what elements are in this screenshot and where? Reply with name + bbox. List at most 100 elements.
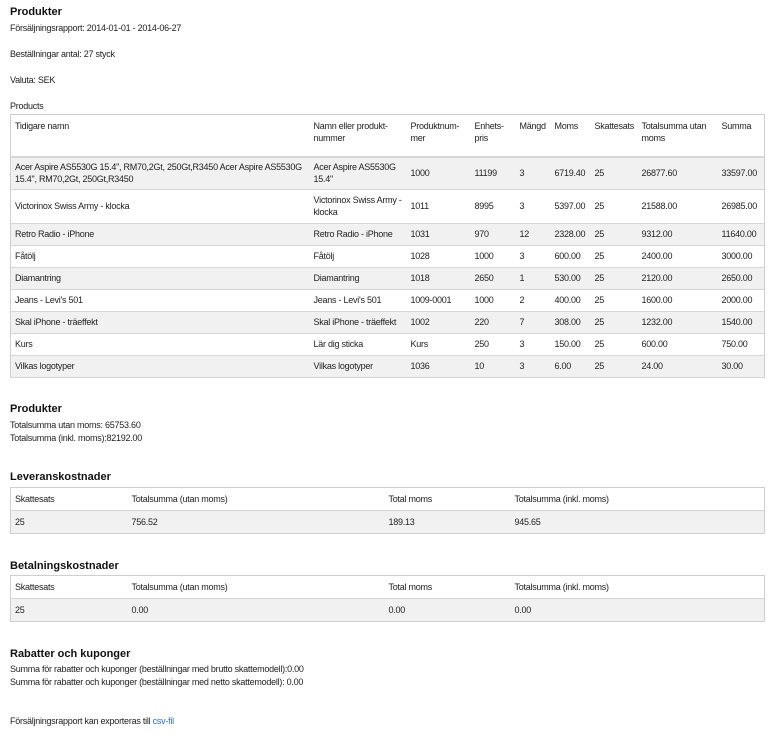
- table-row: Victorinox Swiss Army - klocka Victorinox…: [10, 189, 765, 223]
- cell-quantity: 2: [519, 295, 525, 305]
- col-name-or-number: Namn eller produkt-nummer: [309, 114, 407, 158]
- cell-previous-name: Victorinox Swiss Army - klocka: [15, 201, 130, 211]
- products-label: Products: [10, 101, 44, 111]
- cell-unit-price: 10: [474, 361, 485, 371]
- payment-col-total-incl: Totalsumma (inkl. moms): [510, 575, 765, 599]
- cell-product-number: 1018: [410, 273, 430, 283]
- cell-product-number: 1011: [410, 201, 430, 211]
- cell-quantity: 12: [519, 229, 530, 239]
- delivery-total-incl: 945.65: [510, 510, 765, 534]
- cell-previous-name: Vilkas logotyper: [15, 361, 75, 371]
- export-note: Försäljningsrapport kan exporteras till …: [10, 716, 174, 726]
- cell-previous-name: Kurs: [15, 339, 33, 349]
- cell-unit-price: 2650: [474, 273, 494, 283]
- cell-vat: 600.00: [554, 251, 581, 261]
- cell-vat: 308.00: [554, 317, 581, 327]
- cell-vat: 5397.00: [554, 201, 586, 211]
- payment-total-incl: 0.00: [510, 598, 765, 622]
- cell-vat: 400.00: [554, 295, 581, 305]
- table-row: Diamantring Diamantring 1018 2650 1 530.00 25 2…: [10, 267, 765, 289]
- cell-name-or-number: Victorinox Swiss Army - klocka: [313, 195, 402, 217]
- col-product-number: Produktnum-mer: [406, 114, 471, 158]
- cell-tax-rate: 25: [594, 361, 605, 371]
- discounts-title: Rabatter och kuponger: [10, 648, 131, 660]
- cell-product-number: Kurs: [410, 339, 429, 349]
- col-previous-name: Tidigare namn: [10, 114, 310, 158]
- table-row: Skal iPhone - träeffekt Skal iPhone - trä…: [10, 311, 765, 333]
- cell-sum: 11640.00: [721, 229, 757, 239]
- cell-previous-name: Diamantring: [15, 273, 61, 283]
- payment-col-total-excl: Totalsumma (utan moms): [127, 575, 385, 599]
- delivery-costs-table: Skattesats Totalsumma (utan moms) Total …: [10, 487, 765, 534]
- cell-quantity: 1: [519, 273, 525, 283]
- cell-unit-price: 250: [474, 339, 490, 349]
- page-title: Produkter: [10, 6, 62, 18]
- cell-previous-name: Acer Aspire AS5530G 15.4", RM70,2Gt, 250…: [15, 162, 302, 185]
- cell-tax-rate: 25: [594, 168, 605, 179]
- cell-product-number: 1036: [410, 361, 430, 371]
- cell-total-excl-vat: 1232.00: [641, 317, 673, 327]
- products-total-incl-vat: Totalsumma (inkl. moms):82192.00: [10, 433, 143, 443]
- delivery-col-total-vat: Total moms: [384, 487, 511, 511]
- cell-previous-name: Jeans - Levi's 501: [15, 295, 83, 305]
- cell-total-excl-vat: 24.00: [641, 361, 664, 371]
- cell-unit-price: 970: [474, 229, 490, 239]
- delivery-total-excl: 756.52: [127, 510, 385, 534]
- payment-table-header: Skattesats Totalsumma (utan moms) Total …: [10, 575, 765, 599]
- products-table-header: Tidigare namn Namn eller produkt-nummer …: [10, 114, 765, 158]
- col-sum: Summa: [717, 114, 765, 158]
- cell-tax-rate: 25: [594, 317, 605, 327]
- cell-unit-price: 220: [474, 317, 490, 327]
- cell-name-or-number: Lär dig sticka: [313, 339, 364, 349]
- cell-sum: 2000.00: [721, 295, 753, 305]
- products-total-excl-vat: Totalsumma utan moms: 65753.60: [10, 420, 141, 430]
- table-row: Fåtölj Fåtölj 1028 1000 3 600.00 25 2400.00 3000…: [10, 245, 765, 267]
- payment-col-total-vat: Total moms: [384, 575, 511, 599]
- table-row: 25 756.52 189.13 945.65: [10, 510, 765, 534]
- cell-product-number: 1000: [410, 168, 430, 179]
- cell-quantity: 3: [519, 251, 525, 261]
- cell-name-or-number: Retro Radio - iPhone: [313, 229, 393, 239]
- cell-sum: 2650.00: [721, 273, 753, 283]
- cell-sum: 3000.00: [721, 251, 753, 261]
- cell-name-or-number: Acer Aspire AS5530G 15.4": [313, 162, 397, 185]
- export-text: Försäljningsrapport kan exporteras till: [10, 716, 153, 726]
- cell-sum: 26985.00: [721, 201, 758, 211]
- delivery-costs-title: Leveranskostnader: [10, 471, 111, 483]
- products-summary-title: Produkter: [10, 403, 62, 415]
- cell-tax-rate: 25: [594, 295, 605, 305]
- delivery-col-total-incl: Totalsumma (inkl. moms): [510, 487, 765, 511]
- cell-unit-price: 11199: [474, 168, 498, 179]
- cell-vat: 530.00: [554, 273, 581, 283]
- cell-total-excl-vat: 21588.00: [641, 201, 678, 211]
- payment-total-excl: 0.00: [127, 598, 385, 622]
- cell-total-excl-vat: 2400.00: [641, 251, 673, 261]
- payment-tax-rate: 25: [10, 598, 128, 622]
- cell-name-or-number: Diamantring: [313, 273, 360, 283]
- cell-tax-rate: 25: [594, 251, 605, 261]
- cell-name-or-number: Fåtölj: [313, 251, 335, 261]
- cell-tax-rate: 25: [594, 339, 605, 349]
- col-unit-price: Enhets-pris: [470, 114, 516, 158]
- cell-tax-rate: 25: [594, 229, 605, 239]
- cell-product-number: 1031: [410, 229, 430, 239]
- cell-vat: 2328.00: [554, 229, 586, 239]
- delivery-total-vat: 189.13: [384, 510, 511, 534]
- cell-product-number: 1028: [410, 251, 430, 261]
- csv-export-link[interactable]: csv-fil: [153, 716, 175, 726]
- cell-product-number: 1002: [410, 317, 430, 327]
- cell-total-excl-vat: 1600.00: [641, 295, 673, 305]
- cell-previous-name: Fåtölj: [15, 251, 36, 261]
- cell-sum: 30.00: [721, 361, 744, 371]
- cell-unit-price: 1000: [474, 295, 494, 305]
- report-period: Försäljningsrapport: 2014-01-01 - 2014-0…: [10, 23, 182, 33]
- cell-quantity: 3: [519, 361, 525, 371]
- cell-quantity: 3: [519, 339, 525, 349]
- table-row: Retro Radio - iPhone Retro Radio - iPhone…: [10, 223, 765, 245]
- table-row: Acer Aspire AS5530G 15.4", RM70,2Gt, 250…: [10, 157, 765, 189]
- col-quantity: Mängd: [515, 114, 551, 158]
- table-row: Vilkas logotyper Vilkas logotyper 1036 10 3 6…: [10, 355, 765, 377]
- payment-total-vat: 0.00: [384, 598, 511, 622]
- cell-total-excl-vat: 600.00: [641, 339, 668, 349]
- cell-tax-rate: 25: [594, 201, 605, 211]
